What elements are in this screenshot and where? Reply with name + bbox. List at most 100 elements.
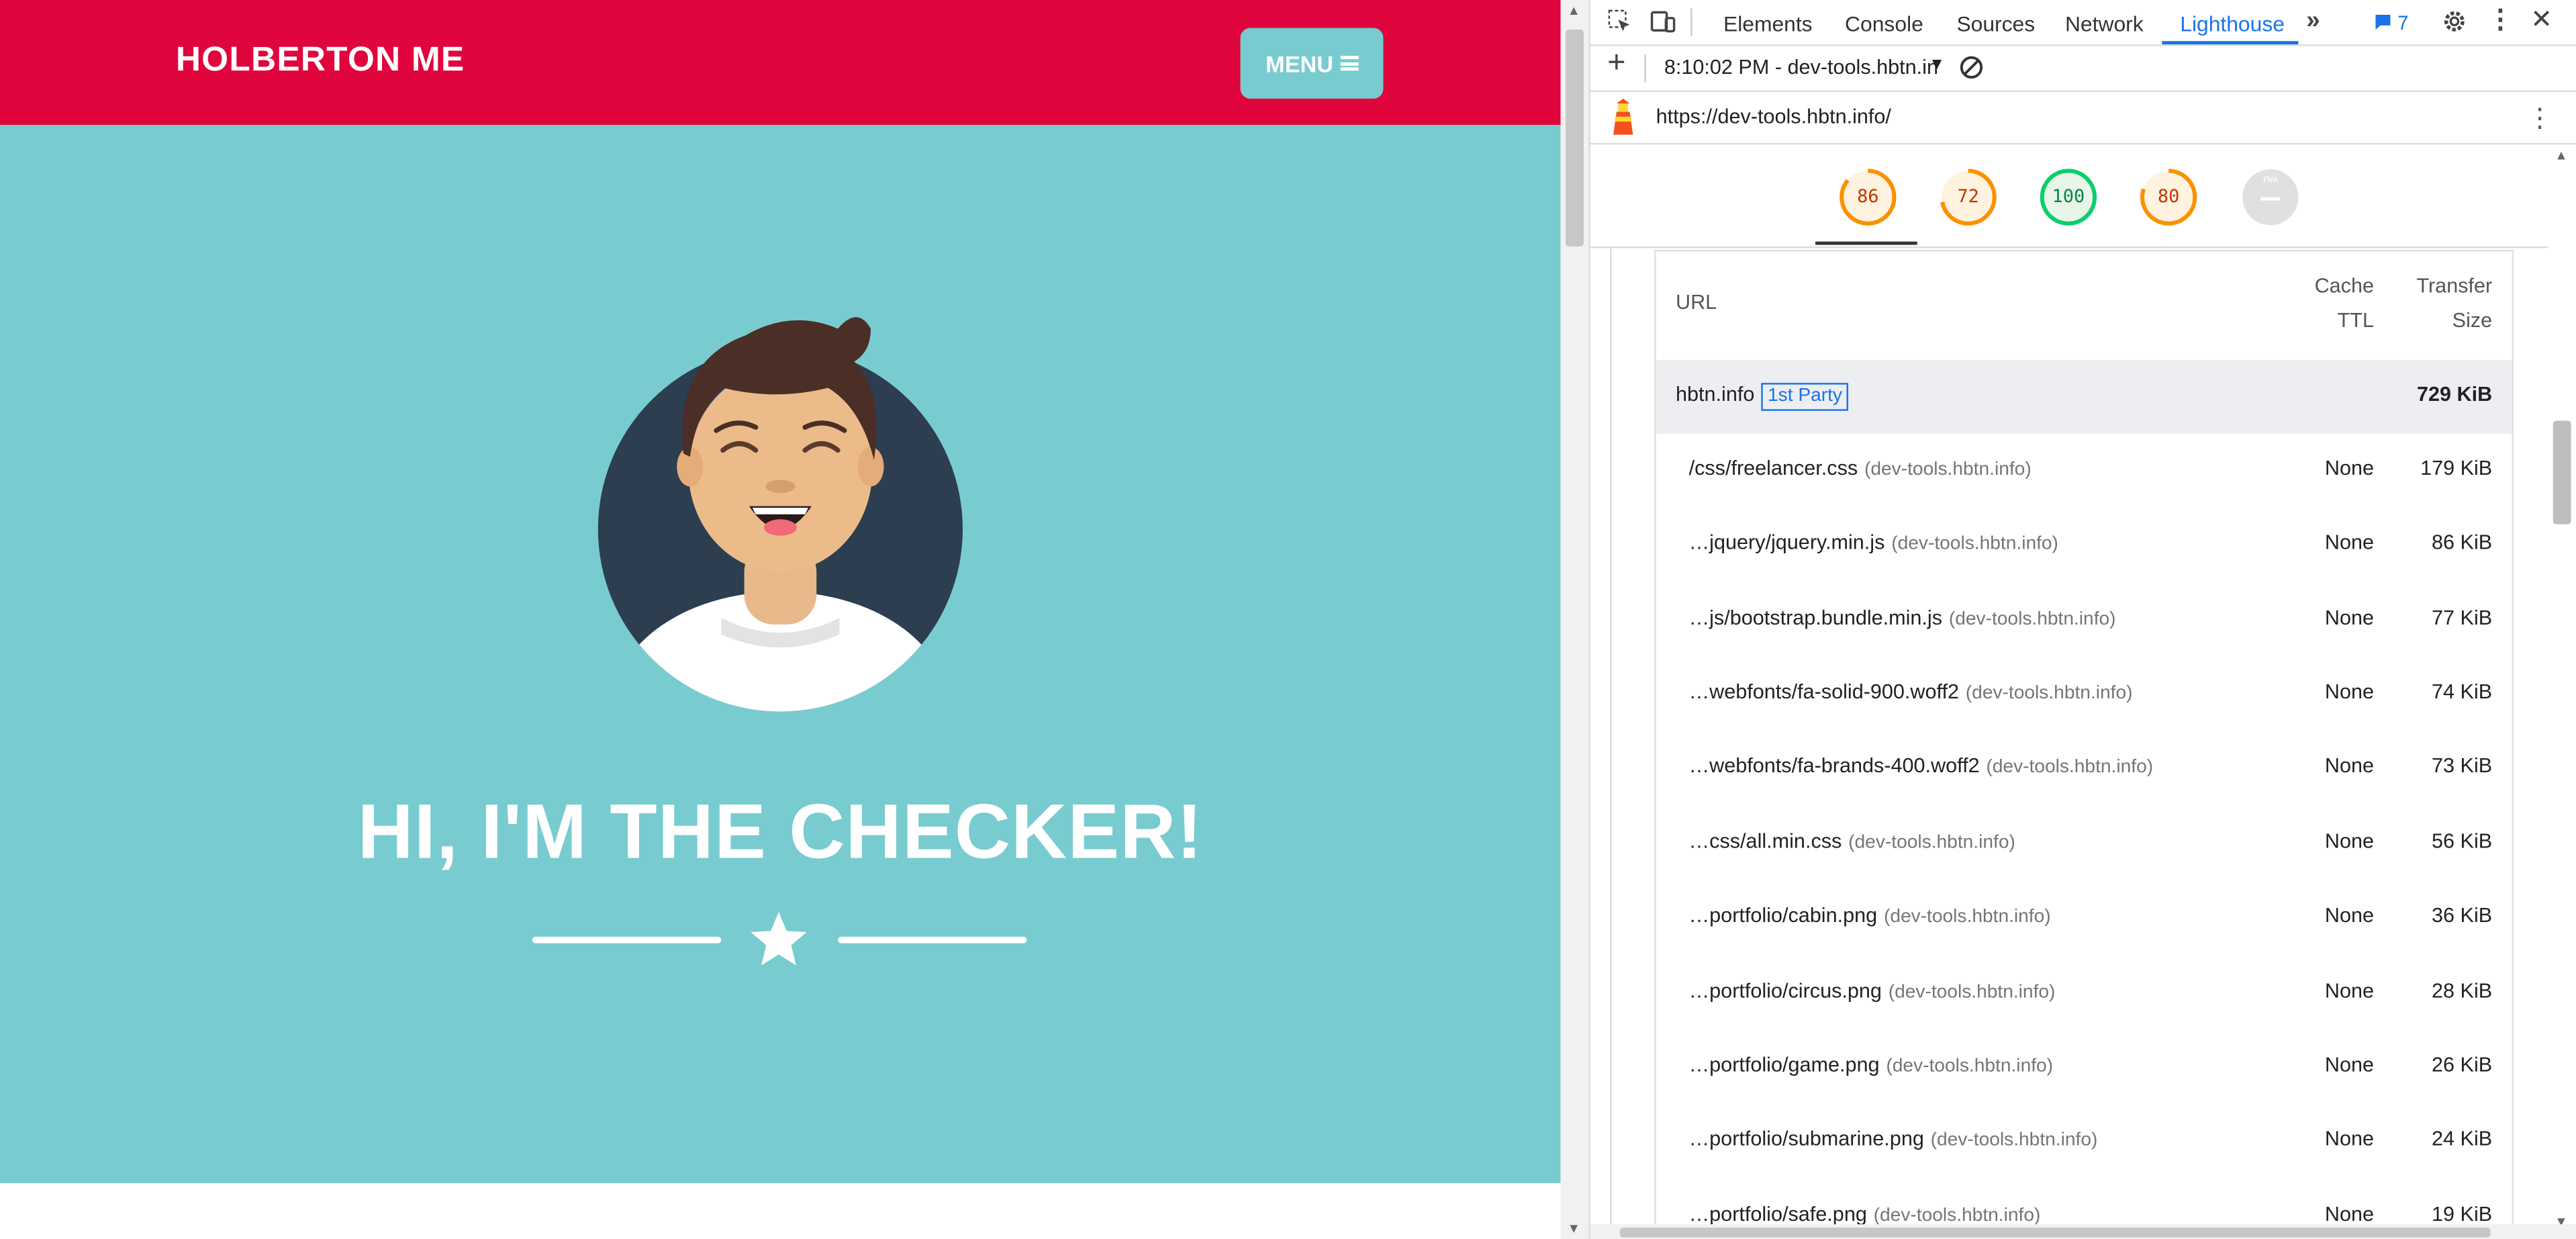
- table-row: …portfolio/cabin.png (dev-tools.hbtn.info…: [1656, 881, 2512, 955]
- pwa-badge-label: PWA: [2262, 175, 2278, 186]
- table-row: …portfolio/submarine.png (dev-tools.hbtn.…: [1656, 1104, 2512, 1178]
- row-url: …js/bootstrap.bundle.min.js: [1688, 606, 1943, 630]
- scroll-up-icon[interactable]: ▲: [1568, 3, 1580, 18]
- new-report-plus-icon[interactable]: +: [1603, 48, 1629, 79]
- row-ttl: None: [2324, 754, 2375, 778]
- row-size: 73 KiB: [2432, 754, 2493, 778]
- row-ttl: None: [2324, 606, 2375, 630]
- issues-counter[interactable]: 7: [2374, 11, 2408, 34]
- tab-sources[interactable]: Sources: [1956, 11, 2035, 36]
- dropdown-arrow-icon[interactable]: ▼: [1929, 56, 1945, 74]
- page-scroll-thumb[interactable]: [1566, 30, 1584, 247]
- devtools-toolbar: Elements Console Sources Network Lightho…: [1590, 0, 2576, 46]
- row-url: /css/freelancer.css: [1688, 457, 1858, 480]
- table-row: …css/all.min.css (dev-tools.hbtn.info) No…: [1656, 807, 2512, 881]
- first-party-badge[interactable]: 1st Party: [1761, 383, 1849, 411]
- menu-label: MENU: [1266, 50, 1334, 77]
- row-size: 86 KiB: [2432, 531, 2493, 554]
- row-url: …webfonts/fa-solid-900.woff2: [1688, 680, 1960, 704]
- page-scrollbar[interactable]: ▲ ▼: [1560, 0, 1590, 1239]
- star-divider: [532, 909, 1029, 974]
- score-gauge-1[interactable]: 86: [1838, 168, 1897, 227]
- menu-button[interactable]: MENU: [1240, 28, 1384, 99]
- score-value-1: 86: [1857, 185, 1879, 208]
- report-scroll-thumb[interactable]: [2553, 420, 2571, 524]
- devtools-panel: ▲ ▼ Elements Console Sources Network Lig…: [1560, 0, 2576, 1239]
- scroll-down-icon[interactable]: ▼: [1568, 1221, 1580, 1236]
- table-row: …jquery/jquery.min.js (dev-tools.hbtn.inf…: [1656, 508, 2512, 582]
- table-row: …portfolio/game.png (dev-tools.hbtn.info)…: [1656, 1030, 2512, 1104]
- row-size: 179 KiB: [2420, 457, 2493, 480]
- horizontal-scroll-thumb[interactable]: [1619, 1227, 2491, 1238]
- col-header-url: URL: [1676, 291, 1717, 314]
- row-size: 26 KiB: [2432, 1053, 2493, 1076]
- row-size: 24 KiB: [2432, 1127, 2493, 1150]
- avatar-illustration: [598, 317, 963, 712]
- website-viewport: HOLBERTON ME MENU HI, I'M THE CHECKER!: [0, 0, 1561, 1239]
- navbar: HOLBERTON ME MENU: [0, 0, 1561, 125]
- col-header-ttl-2: TTL: [2337, 309, 2375, 332]
- hamburger-icon: [1339, 56, 1358, 71]
- row-size: 77 KiB: [2432, 606, 2493, 630]
- row-size: 56 KiB: [2432, 829, 2493, 854]
- col-header-size-1: Transfer: [2416, 274, 2493, 297]
- divider-line-right: [838, 936, 1027, 944]
- close-devtools-icon[interactable]: ✕: [2528, 7, 2555, 34]
- report-selector[interactable]: 8:10:02 PM - dev-tools.hbtn.in: [1664, 56, 1938, 79]
- row-ttl: None: [2324, 1127, 2375, 1150]
- customize-kebab-icon[interactable]: ⋮: [2487, 7, 2514, 34]
- score-gauge-pwa[interactable]: PWA: [2241, 168, 2300, 227]
- issues-count: 7: [2397, 11, 2409, 35]
- table-row: …js/bootstrap.bundle.min.js (dev-tools.hb…: [1656, 584, 2512, 657]
- score-gauge-2[interactable]: 72: [1939, 168, 1998, 227]
- row-url: …portfolio/circus.png: [1688, 979, 1882, 1003]
- row-host: (dev-tools.hbtn.info): [1873, 1206, 2041, 1226]
- row-size: 74 KiB: [2432, 680, 2493, 704]
- report-url[interactable]: https://dev-tools.hbtn.info/: [1656, 105, 1891, 128]
- report-scroll-up-icon[interactable]: ▲: [2555, 148, 2567, 163]
- tab-lighthouse[interactable]: Lighthouse: [2180, 11, 2285, 36]
- row-ttl: None: [2324, 829, 2375, 854]
- score-gauges: 86 72 100 80 PWA: [1590, 144, 2576, 248]
- row-ttl: None: [2324, 1203, 2375, 1226]
- more-tabs-icon[interactable]: »: [2300, 7, 2326, 34]
- row-host: (dev-tools.hbtn.info): [1888, 982, 2056, 1003]
- clear-reports-icon[interactable]: [1958, 54, 1985, 81]
- lighthouse-toolbar: + 8:10:02 PM - dev-tools.hbtn.in ▼: [1590, 46, 2576, 93]
- inspect-element-icon[interactable]: [1607, 8, 1633, 34]
- table-row: /css/freelancer.css (dev-tools.hbtn.info)…: [1656, 434, 2512, 508]
- row-host: (dev-tools.hbtn.info): [1848, 833, 2015, 854]
- score-value-2: 72: [1957, 185, 1979, 208]
- report-scrollbar[interactable]: ▲ ▼: [2548, 144, 2576, 1230]
- hero-title: HI, I'M THE CHECKER!: [357, 787, 1204, 874]
- row-host: (dev-tools.hbtn.info): [1864, 460, 2032, 480]
- row-ttl: None: [2324, 903, 2375, 927]
- brand-logo[interactable]: HOLBERTON ME: [176, 41, 465, 81]
- score-value-3: 100: [2052, 185, 2085, 208]
- score-gauge-3[interactable]: 100: [2039, 168, 2098, 227]
- table-row: …webfonts/fa-solid-900.woff2 (dev-tools.h…: [1656, 657, 2512, 731]
- row-host: (dev-tools.hbtn.info): [1891, 534, 2058, 554]
- row-size: 36 KiB: [2432, 903, 2493, 927]
- horizontal-scrollbar[interactable]: [1590, 1224, 2576, 1239]
- report-menu-kebab-icon[interactable]: ⋮: [2527, 102, 2553, 135]
- col-header-ttl-1: Cache: [2314, 274, 2375, 297]
- active-tab-indicator: [2162, 41, 2299, 45]
- row-url: …portfolio/game.png: [1688, 1053, 1880, 1076]
- row-size: 28 KiB: [2432, 979, 2493, 1003]
- row-ttl: None: [2324, 1053, 2375, 1076]
- tab-elements[interactable]: Elements: [1723, 11, 1813, 36]
- row-ttl: None: [2324, 531, 2375, 554]
- col-header-size-2: Size: [2452, 309, 2493, 332]
- selected-gauge-indicator: [1815, 241, 1917, 245]
- row-host: (dev-tools.hbtn.info): [1986, 758, 2154, 778]
- settings-gear-icon[interactable]: [2441, 8, 2467, 34]
- score-gauge-4[interactable]: 80: [2139, 168, 2198, 227]
- row-host: (dev-tools.hbtn.info): [1883, 907, 2051, 927]
- row-url: …jquery/jquery.min.js: [1688, 531, 1885, 554]
- row-ttl: None: [2324, 457, 2375, 480]
- tab-network[interactable]: Network: [2065, 11, 2144, 36]
- divider-line-left: [532, 936, 722, 944]
- device-toolbar-icon[interactable]: [1650, 8, 1676, 34]
- tab-console[interactable]: Console: [1845, 11, 1923, 36]
